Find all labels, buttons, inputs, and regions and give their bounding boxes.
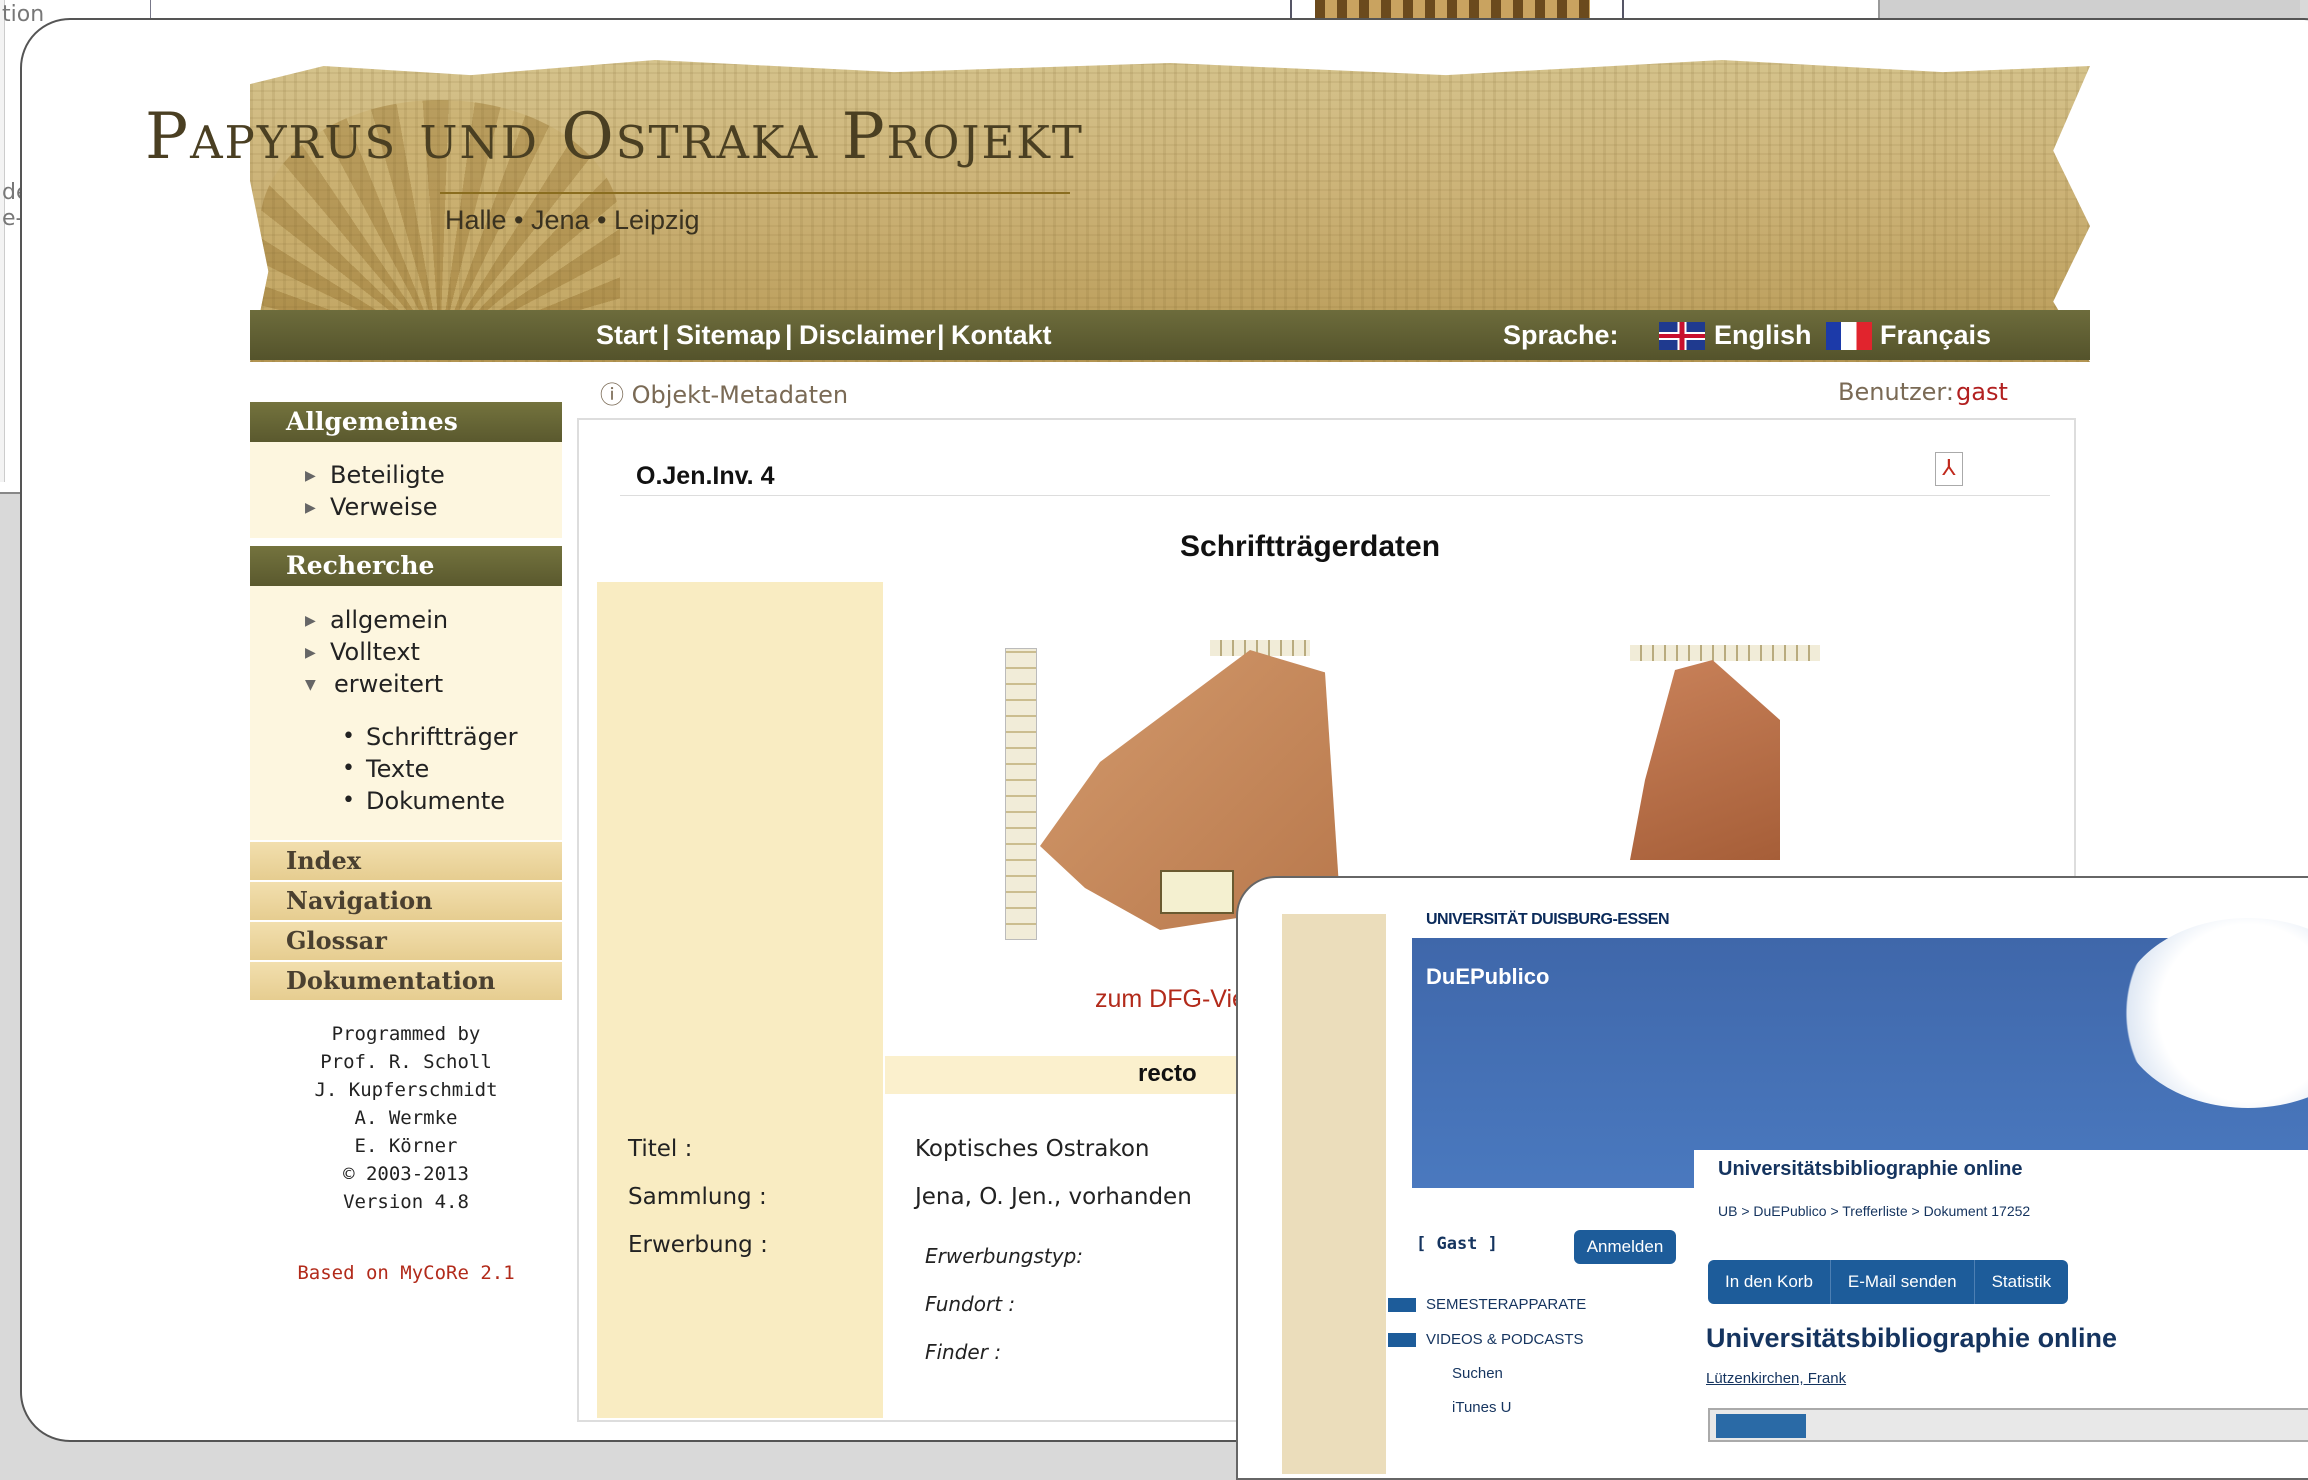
- bullet-icon: •: [342, 724, 355, 749]
- triangle-right-icon: ▶: [305, 500, 316, 516]
- sidebar-item-erweitert[interactable]: erweitert: [334, 670, 443, 698]
- page-title: Universitätsbibliographie online: [1706, 1323, 2118, 1353]
- menu-item-itunes-u[interactable]: iTunes U: [1452, 1399, 1511, 1416]
- section-title: Universitätsbibliographie online: [1718, 1158, 2023, 1180]
- menu-item-semesterapparate[interactable]: SEMESTERAPPARATE: [1426, 1296, 1586, 1313]
- sidebar-subitem-texte[interactable]: Texte: [366, 755, 429, 783]
- mycore-link[interactable]: Based on MyCoRe 2.1: [250, 1262, 562, 1284]
- sidebar-item-navigation[interactable]: Navigation: [250, 882, 562, 920]
- sidebar-item-verweise[interactable]: Verweise: [330, 493, 438, 521]
- sidebar-box-allgemeines: [250, 442, 562, 538]
- section-heading: Schriftträgerdaten: [1180, 530, 1441, 563]
- background-text-fragment: tion: [2, 2, 45, 27]
- triangle-right-icon: ▶: [305, 468, 316, 484]
- site-subtitle: Halle • Jena • Leipzig: [445, 205, 700, 235]
- site-title: Papyrus und Ostraka Projekt: [145, 100, 1084, 174]
- divider: [620, 495, 2050, 496]
- field-label-sammlung: Sammlung :: [628, 1184, 767, 1210]
- triangle-right-icon: ▶: [305, 645, 316, 661]
- fr-flag-icon[interactable]: [1826, 322, 1872, 350]
- field-label-titel: Titel :: [628, 1136, 693, 1162]
- credits-line: Programmed by: [331, 1023, 481, 1045]
- sidebar-subitem-schrifttraeger[interactable]: Schriftträger: [366, 723, 517, 751]
- duepublico-window: UNIVERSITÄT DUISBURG-ESSEN DuEPublico Un…: [1236, 876, 2308, 1480]
- author-link[interactable]: Lützenkirchen, Frank: [1706, 1370, 1846, 1387]
- statistics-button[interactable]: Statistik: [1975, 1260, 2069, 1304]
- triangle-right-icon: ▶: [305, 613, 316, 629]
- sidebar-heading-allgemeines[interactable]: Allgemeines: [250, 402, 562, 442]
- nav-separator: |: [937, 320, 945, 350]
- ruler-image: [1005, 648, 1037, 940]
- sidebar-item-glossar[interactable]: Glossar: [250, 922, 562, 960]
- menu-item-suchen[interactable]: Suchen: [1452, 1365, 1503, 1382]
- language-francais[interactable]: Français: [1880, 320, 1991, 351]
- guest-label: [ Gast ]: [1416, 1234, 1498, 1254]
- background-thumbnail: [1315, 0, 1590, 18]
- user-label: Benutzer:: [1838, 378, 1954, 406]
- sidebar-item-volltext[interactable]: Volltext: [330, 638, 420, 666]
- object-metadata-link[interactable]: ⓘ Objekt-Metadaten: [600, 375, 848, 410]
- sidebar-item-index[interactable]: Index: [250, 842, 562, 880]
- nav-separator: |: [785, 320, 793, 350]
- field-value-titel: Koptisches Ostrakon: [915, 1136, 1150, 1162]
- top-navigation-bar: [250, 310, 2090, 360]
- uk-flag-icon[interactable]: [1659, 322, 1705, 350]
- credits-line: © 2003-2013: [343, 1163, 469, 1185]
- credits-line: Version 4.8: [343, 1191, 469, 1213]
- overlay-sidebar-background: [1282, 914, 1386, 1474]
- label-column: [597, 582, 883, 1418]
- title-underline: [440, 192, 1070, 194]
- recto-label: recto: [1138, 1060, 1197, 1087]
- triangle-down-icon: ▼: [305, 677, 316, 693]
- user-value[interactable]: gast: [1956, 378, 2008, 406]
- pdf-icon[interactable]: ⅄: [1935, 452, 1963, 486]
- language-english[interactable]: English: [1714, 320, 1812, 351]
- nav-separator: |: [662, 320, 670, 350]
- object-id: O.Jen.Inv. 4: [636, 462, 775, 490]
- menu-marker-icon: [1388, 1298, 1416, 1312]
- credits-line: J. Kupferschmidt: [314, 1079, 498, 1101]
- credits-line: A. Wermke: [354, 1107, 458, 1129]
- university-name[interactable]: UNIVERSITÄT DUISBURG-ESSEN: [1426, 911, 1670, 929]
- sidebar-heading-recherche[interactable]: Recherche: [250, 546, 562, 586]
- background-window-edge: [1878, 0, 2300, 20]
- inventory-label-image: [1160, 870, 1234, 914]
- subfield-fundort: Fundort :: [925, 1292, 1016, 1316]
- nav-link-start[interactable]: Start: [596, 320, 658, 351]
- credits-line: E. Körner: [354, 1135, 458, 1157]
- duepublico-brand[interactable]: DuEPublico: [1426, 964, 1549, 990]
- menu-marker-icon: [1388, 1333, 1416, 1347]
- credits-block: Programmed by Prof. R. Scholl J. Kupfers…: [250, 1020, 562, 1216]
- add-to-cart-button[interactable]: In den Korb: [1708, 1260, 1831, 1304]
- breadcrumb[interactable]: UB > DuEPublico > Trefferliste > Dokumen…: [1718, 1203, 2030, 1219]
- ruler-image: [1630, 645, 1820, 661]
- sidebar-item-allgemein[interactable]: allgemein: [330, 606, 448, 634]
- background-window-strip: [0, 0, 5, 482]
- dfg-viewer-link[interactable]: zum DFG-Vie: [1095, 985, 1246, 1014]
- sidebar-item-beteiligte[interactable]: Beteiligte: [330, 461, 445, 489]
- subfield-erwerbungstyp: Erwerbungstyp:: [925, 1244, 1084, 1268]
- nav-link-disclaimer[interactable]: Disclaimer: [799, 320, 936, 351]
- field-value-sammlung: Jena, O. Jen., vorhanden: [915, 1184, 1192, 1210]
- action-toolbar: In den Korb E-Mail senden Statistik: [1708, 1260, 2069, 1304]
- sidebar-subitem-dokumente[interactable]: Dokumente: [366, 787, 505, 815]
- nav-link-kontakt[interactable]: Kontakt: [951, 320, 1052, 351]
- bullet-icon: •: [342, 756, 355, 781]
- subfield-finder: Finder :: [925, 1340, 1002, 1364]
- menu-item-videos-podcasts[interactable]: VIDEOS & PODCASTS: [1426, 1331, 1584, 1348]
- field-label-erwerbung: Erwerbung :: [628, 1232, 768, 1258]
- sidebar-item-dokumentation[interactable]: Dokumentation: [250, 962, 562, 1000]
- credits-line: Prof. R. Scholl: [320, 1051, 492, 1073]
- active-tab[interactable]: [1716, 1414, 1806, 1438]
- nav-link-sitemap[interactable]: Sitemap: [676, 320, 781, 351]
- bullet-icon: •: [342, 788, 355, 813]
- send-email-button[interactable]: E-Mail senden: [1831, 1260, 1975, 1304]
- login-button[interactable]: Anmelden: [1574, 1230, 1676, 1264]
- language-label: Sprache:: [1503, 320, 1619, 350]
- background-divider: [150, 0, 151, 18]
